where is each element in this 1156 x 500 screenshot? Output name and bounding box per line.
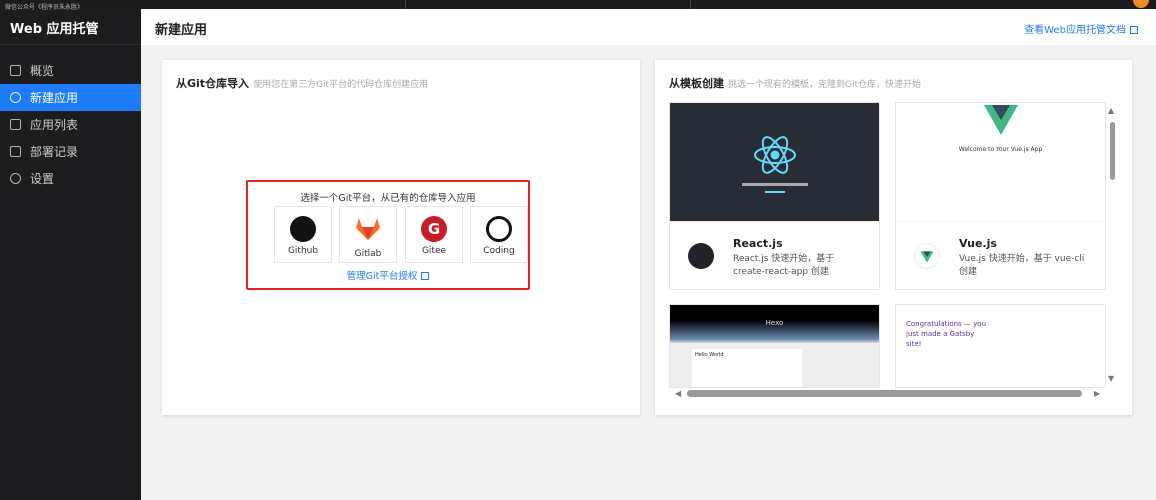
template-info: React.js React.js 快速开始，基于 create-react-ap… bbox=[670, 221, 879, 289]
manage-git-auth-link[interactable]: 管理Git平台授权 bbox=[248, 268, 528, 282]
card-subtitle: 使用您在第三方Git平台的代码仓库创建应用 bbox=[253, 80, 429, 90]
prompt: 选择一个Git平台，从已有的仓库导入应用 bbox=[300, 193, 476, 204]
card-title: 从Git仓库导入 使用您在第三方Git平台的代码仓库创建应用 bbox=[176, 77, 429, 90]
sidebar-item-label: 新建应用 bbox=[30, 91, 79, 105]
card-subtitle: 挑选一个现有的模板，克隆到Git仓库，快速开始 bbox=[728, 80, 922, 90]
page-header: 新建应用 查看Web应用托管文档 bbox=[141, 9, 1156, 45]
template-info: Vue.js Vue.js 快速开始，基于 vue-cli 创建 bbox=[896, 221, 1105, 289]
scroll-up-icon[interactable]: ▲ bbox=[1108, 106, 1114, 115]
docs-link-label: 查看Web应用托管文档 bbox=[1024, 25, 1126, 36]
template-vue[interactable]: Welcome to Your Vue.js App Vue.js Vue.js … bbox=[895, 102, 1106, 290]
sidebar-item-settings[interactable]: 设置 bbox=[0, 165, 141, 192]
vue-logo bbox=[914, 243, 940, 269]
template-card: 从模板创建 挑选一个现有的模板，克隆到Git仓库，快速开始 React.js Rea… bbox=[655, 60, 1132, 415]
template-hexo[interactable]: Hexo Hello World bbox=[669, 304, 880, 388]
user-avatar[interactable] bbox=[1133, 0, 1149, 8]
coding-icon bbox=[486, 216, 512, 242]
scroll-left-icon[interactable]: ◀ bbox=[675, 389, 681, 398]
vue-icon bbox=[984, 105, 1018, 135]
docs-link[interactable]: 查看Web应用托管文档 bbox=[1024, 21, 1138, 36]
scroll-thumb[interactable] bbox=[1110, 122, 1115, 180]
git-import-card: 从Git仓库导入 使用您在第三方Git平台的代码仓库创建应用 选择一个Git平台，… bbox=[162, 60, 640, 415]
overview-icon bbox=[10, 65, 21, 76]
template-react[interactable]: React.js React.js 快速开始，基于 create-react-ap… bbox=[669, 102, 880, 290]
sidebar-item-label: 部署记录 bbox=[30, 145, 79, 159]
sidebar-item-label: 应用列表 bbox=[30, 118, 79, 132]
divider bbox=[405, 0, 406, 9]
gitee-icon: G bbox=[421, 216, 447, 242]
vertical-scrollbar[interactable] bbox=[1108, 110, 1116, 390]
sidebar-item-label: 设置 bbox=[30, 172, 55, 186]
scroll-down-icon[interactable]: ▼ bbox=[1108, 374, 1114, 383]
external-link-icon bbox=[421, 272, 430, 280]
external-link-icon bbox=[1130, 26, 1138, 34]
hexo-preview: Hexo bbox=[670, 305, 879, 343]
gear-icon bbox=[10, 173, 21, 184]
gitlab-icon bbox=[356, 218, 380, 240]
divider bbox=[690, 0, 691, 9]
react-logo bbox=[688, 243, 714, 269]
watermark: 微信公众号《程序员朱永胜》 bbox=[5, 4, 84, 11]
vue-preview: Welcome to Your Vue.js App bbox=[896, 103, 1105, 221]
gatsby-preview: Congratulations — you just made a Gatsby… bbox=[906, 320, 987, 348]
git-platform-selector: 选择一个Git平台，从已有的仓库导入应用 Github Gitlab G Gite… bbox=[246, 180, 530, 290]
template-gatsby[interactable]: Congratulations — you just made a Gatsby… bbox=[895, 304, 1106, 388]
sidebar-item-app-list[interactable]: 应用列表 bbox=[0, 111, 141, 138]
page-title: 新建应用 bbox=[155, 23, 208, 38]
sidebar-item-deploy-records[interactable]: 部署记录 bbox=[0, 138, 141, 165]
divider bbox=[0, 44, 141, 45]
react-icon bbox=[742, 136, 808, 193]
list-icon bbox=[10, 119, 21, 130]
sidebar: Web 应用托管 概览 新建应用 应用列表 部署记录 设置 bbox=[0, 9, 141, 500]
upload-icon bbox=[10, 92, 21, 103]
record-icon bbox=[10, 146, 21, 157]
react-preview bbox=[670, 103, 879, 221]
platform-github[interactable]: Github bbox=[274, 206, 332, 263]
sidebar-item-new-app[interactable]: 新建应用 bbox=[0, 84, 141, 111]
top-bar bbox=[0, 0, 1156, 9]
scroll-right-icon[interactable]: ▶ bbox=[1094, 389, 1100, 398]
platform-gitee[interactable]: G Gitee bbox=[405, 206, 463, 263]
horizontal-scrollbar[interactable] bbox=[687, 390, 1082, 397]
sidebar-item-label: 概览 bbox=[30, 64, 55, 78]
sidebar-item-overview[interactable]: 概览 bbox=[0, 57, 141, 84]
platform-coding[interactable]: Coding bbox=[470, 206, 528, 263]
platform-gitlab[interactable]: Gitlab bbox=[339, 206, 397, 263]
app-title: Web 应用托管 bbox=[10, 22, 99, 37]
card-title: 从模板创建 挑选一个现有的模板，克隆到Git仓库，快速开始 bbox=[669, 77, 922, 90]
github-icon bbox=[290, 216, 316, 242]
